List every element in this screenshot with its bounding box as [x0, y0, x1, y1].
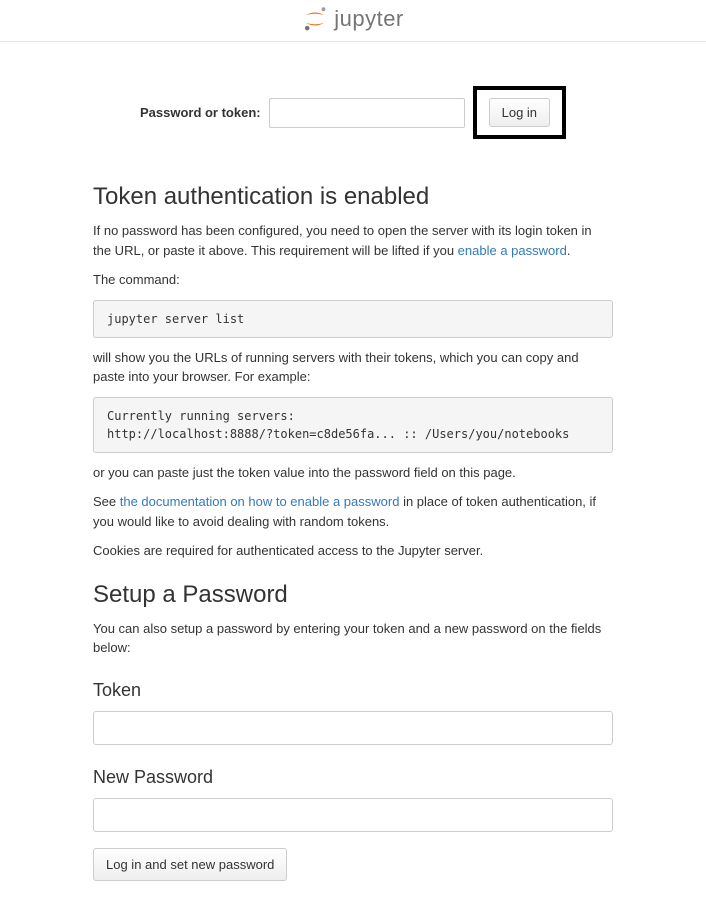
main-container: Password or token: Log in Token authenti… — [83, 86, 623, 881]
cookies-note: Cookies are required for authenticated a… — [93, 541, 613, 561]
login-button[interactable]: Log in — [489, 98, 550, 127]
new-password-input[interactable] — [93, 798, 613, 832]
login-set-password-button[interactable]: Log in and set new password — [93, 848, 287, 881]
page-header: jupyter — [0, 0, 706, 42]
paste-token-note: or you can paste just the token value in… — [93, 463, 613, 483]
running-servers-example: Currently running servers: http://localh… — [93, 397, 613, 453]
jupyter-logo: jupyter — [302, 6, 404, 32]
jupyter-icon — [302, 6, 328, 32]
server-list-code: jupyter server list — [93, 300, 613, 338]
token-input[interactable] — [93, 711, 613, 745]
token-auth-heading: Token authentication is enabled — [93, 183, 613, 211]
token-auth-intro: If no password has been configured, you … — [93, 221, 613, 260]
documentation-link[interactable]: the documentation on how to enable a pas… — [120, 494, 400, 509]
setup-password-intro: You can also setup a password by enterin… — [93, 619, 613, 658]
urls-explanation: will show you the URLs of running server… — [93, 348, 613, 387]
docs-link-paragraph: See the documentation on how to enable a… — [93, 492, 613, 531]
setup-password-heading: Setup a Password — [93, 581, 613, 609]
password-token-label: Password or token: — [140, 105, 261, 120]
command-intro: The command: — [93, 270, 613, 290]
enable-password-link[interactable]: enable a password — [458, 243, 567, 258]
text: . — [567, 243, 571, 258]
token-field-label: Token — [93, 680, 613, 701]
brand-text: jupyter — [334, 6, 404, 32]
password-token-input[interactable] — [269, 98, 465, 128]
new-password-field-label: New Password — [93, 767, 613, 788]
login-form-row: Password or token: Log in — [93, 86, 613, 139]
text: See — [93, 494, 120, 509]
login-button-highlight-box: Log in — [473, 86, 566, 139]
